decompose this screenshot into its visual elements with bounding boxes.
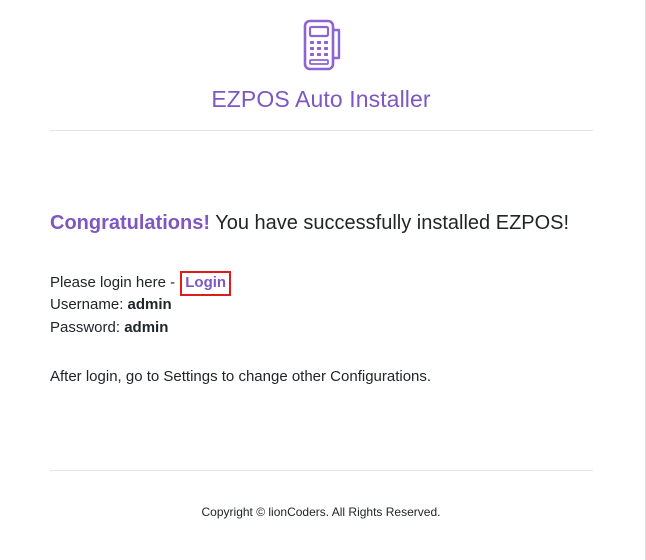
after-login-note: After login, go to Settings to change ot… <box>50 368 432 385</box>
card-terminal-icon <box>303 19 341 71</box>
password-line: Password: admin <box>50 319 168 336</box>
footer-divider <box>50 470 593 471</box>
username-label: Username: <box>50 296 128 313</box>
copyright-text: Copyright © lionCoders. All Rights Reser… <box>201 505 441 519</box>
password-label: Password: <box>50 319 125 336</box>
login-prompt: Please login here - <box>50 274 180 291</box>
success-message: Congratulations! You have successfully i… <box>50 212 569 235</box>
login-link[interactable]: Login <box>180 271 232 296</box>
success-heading: Congratulations! <box>50 212 210 234</box>
header-divider <box>50 130 593 131</box>
success-text: You have successfully installed EZPOS! <box>210 212 570 234</box>
installer-page: EZPOS Auto Installer Congratulations! Yo… <box>0 0 646 560</box>
password-value: admin <box>124 319 169 336</box>
login-line: Please login here - Login <box>50 271 232 296</box>
app-title: EZPOS Auto Installer <box>211 86 431 112</box>
username-line: Username: admin <box>50 296 172 313</box>
username-value: admin <box>127 296 172 313</box>
